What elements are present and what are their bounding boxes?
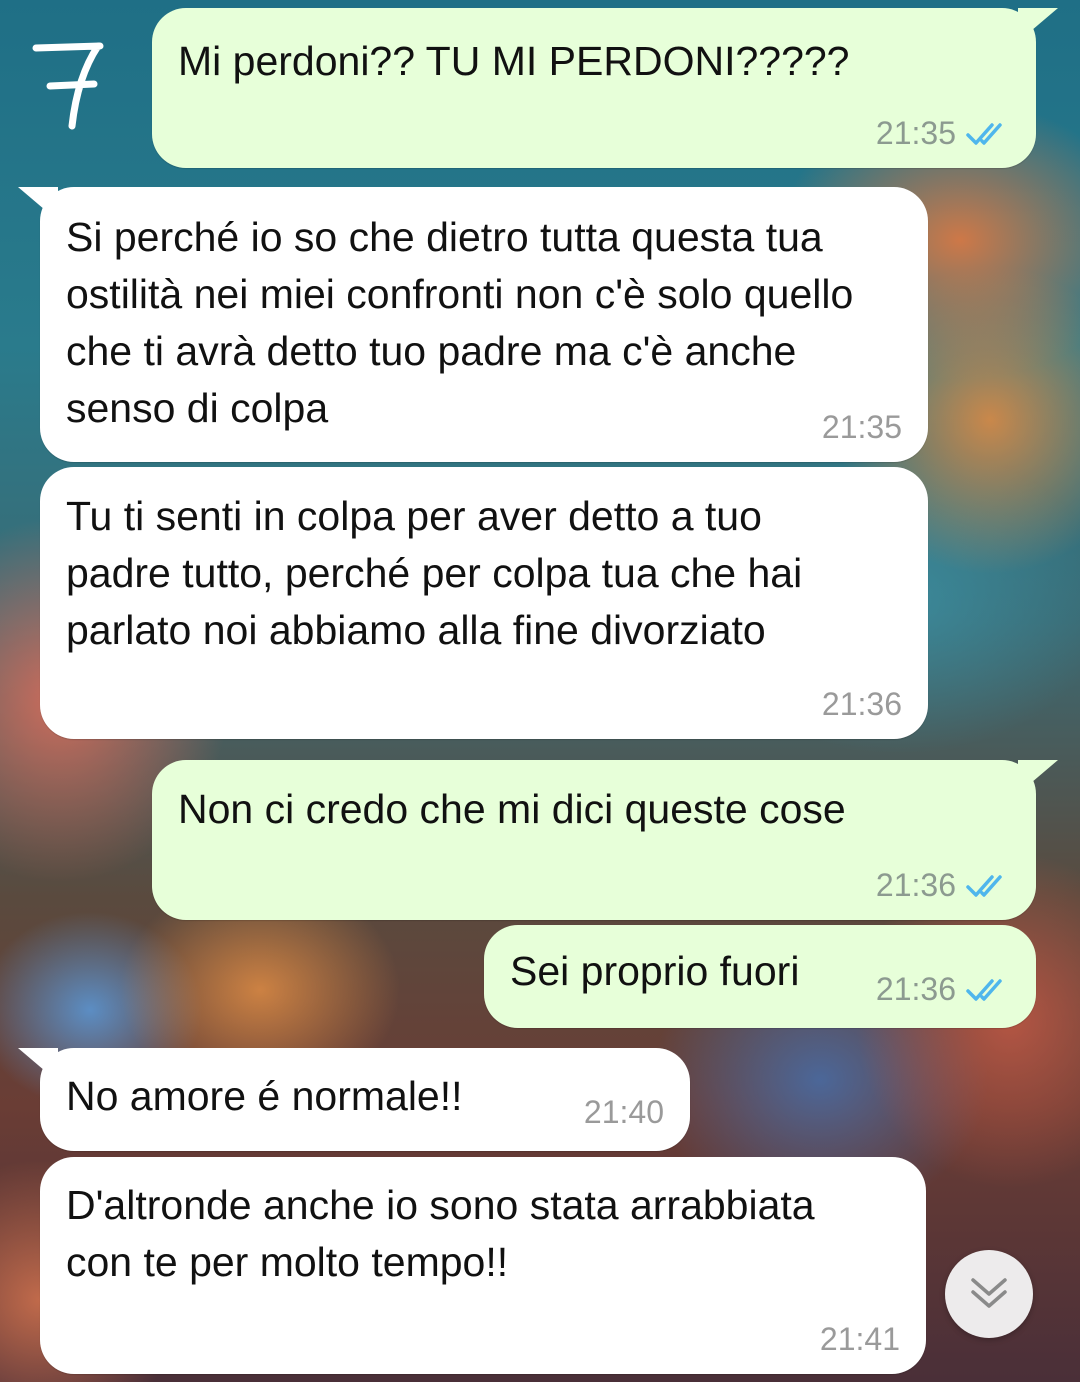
message-meta: 21:41 <box>820 1321 900 1358</box>
message-text: No amore é normale!! <box>66 1073 463 1119</box>
double-check-icon <box>966 122 1002 145</box>
message-meta: 21:36 <box>876 867 1010 904</box>
message-text: D'altronde anche io sono stata arrabbiat… <box>66 1182 815 1285</box>
message-bubble-incoming[interactable]: Si perché io so che dietro tutta questa … <box>18 187 928 462</box>
annotation-number <box>32 42 104 130</box>
message-text: Tu ti senti in colpa per aver detto a tu… <box>66 493 803 653</box>
message-text: Mi perdoni?? TU MI PERDONI????? <box>178 38 850 84</box>
scroll-down-button[interactable] <box>945 1250 1033 1338</box>
message-time: 21:36 <box>875 867 956 903</box>
message-bubble-incoming[interactable]: No amore é normale!! 21:40 <box>18 1048 690 1151</box>
message-time: 21:35 <box>875 115 956 151</box>
double-check-icon <box>966 874 1002 897</box>
message-bubble-outgoing[interactable]: Sei proprio fuori 21:36 <box>484 925 1036 1028</box>
double-check-icon <box>966 978 1002 1001</box>
message-meta: 21:40 <box>584 1094 664 1131</box>
message-time: 21:40 <box>583 1094 664 1130</box>
message-time: 21:35 <box>821 409 902 445</box>
message-time: 21:36 <box>821 686 902 722</box>
message-text: Sei proprio fuori <box>510 948 800 994</box>
message-text: Non ci credo che mi dici queste cose <box>178 786 846 832</box>
message-meta: 21:35 <box>822 409 902 446</box>
message-bubble-outgoing[interactable]: Mi perdoni?? TU MI PERDONI????? 21:35 <box>152 8 1058 168</box>
message-bubble-incoming[interactable]: Tu ti senti in colpa per aver detto a tu… <box>40 467 928 739</box>
double-chevron-down-icon <box>971 1278 1007 1308</box>
message-meta: 21:36 <box>876 971 1010 1008</box>
message-meta: 21:35 <box>876 115 1010 152</box>
message-time: 21:41 <box>819 1321 900 1357</box>
message-time: 21:36 <box>875 971 956 1007</box>
message-meta: 21:36 <box>822 686 902 723</box>
message-text: Si perché io so che dietro tutta questa … <box>66 214 854 431</box>
message-bubble-outgoing[interactable]: Non ci credo che mi dici queste cose 21:… <box>152 760 1058 920</box>
message-bubble-incoming[interactable]: D'altronde anche io sono stata arrabbiat… <box>40 1157 926 1374</box>
